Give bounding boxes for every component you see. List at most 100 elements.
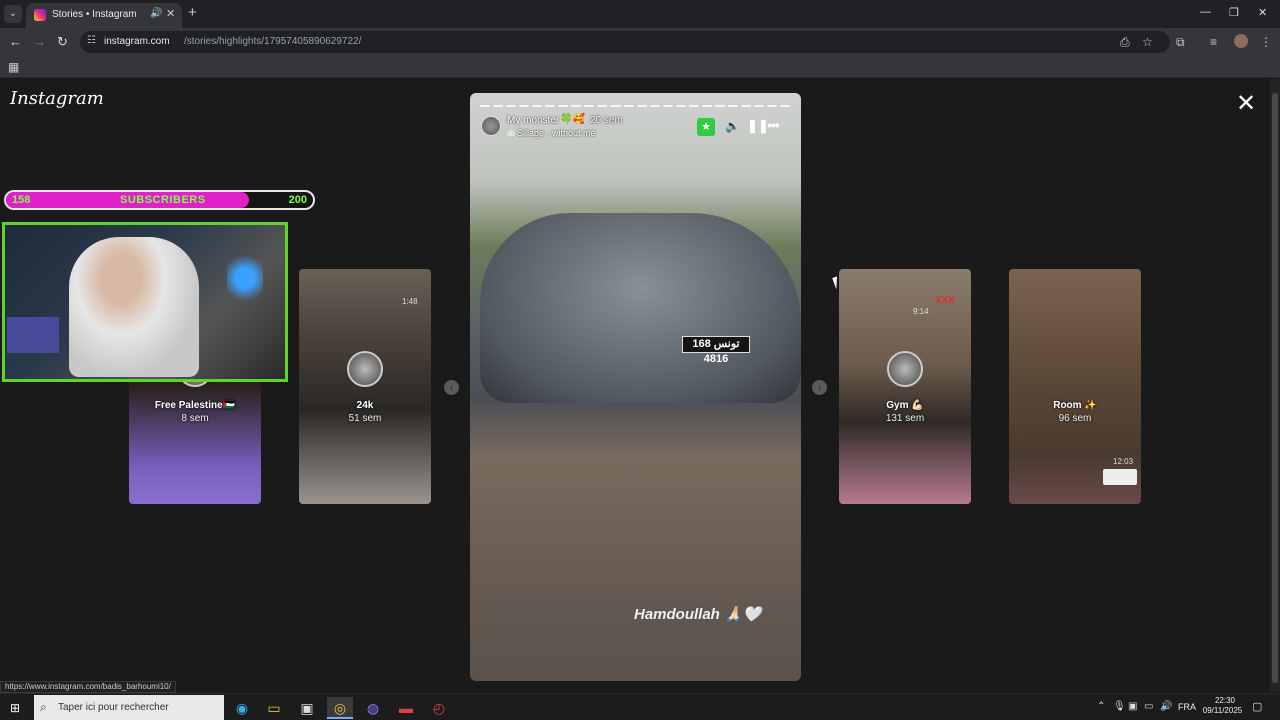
browser-toolbar: ← → ↻ ☷ instagram.com /stories/highlight… bbox=[0, 28, 1280, 56]
story-age: 20 sem bbox=[590, 115, 623, 126]
clock-time[interactable]: 22:30 bbox=[1210, 696, 1240, 705]
address-bar[interactable]: ☷ instagram.com /stories/highlights/1795… bbox=[80, 31, 1170, 53]
messenger-app-icon[interactable]: ◍ bbox=[360, 697, 386, 719]
story-avatar bbox=[887, 351, 923, 387]
window-close-icon[interactable]: ✕ bbox=[1258, 6, 1267, 19]
media-control-icon[interactable]: ≡ bbox=[1210, 35, 1217, 49]
story-username-emoji: 🍀🥰 bbox=[560, 114, 585, 125]
progress-segment bbox=[767, 105, 778, 107]
story-music[interactable]: Sillage · without me bbox=[517, 128, 596, 138]
progress-segment bbox=[701, 105, 712, 107]
bookmark-star-icon[interactable]: ☆ bbox=[1142, 35, 1153, 49]
status-bar-url: https://www.instagram.com/badis_barhoumi… bbox=[0, 681, 176, 693]
story-card-time: 12:03 bbox=[1113, 457, 1134, 466]
story-card-name: Gym 💪🏻 bbox=[886, 400, 924, 411]
restore-icon[interactable]: ❐ bbox=[1229, 6, 1239, 19]
back-icon[interactable]: ← bbox=[9, 34, 22, 50]
story-card-time: 9:14 bbox=[913, 307, 929, 316]
subscriber-count: 158 bbox=[12, 194, 31, 206]
site-info-icon[interactable]: ☷ bbox=[87, 35, 96, 46]
obs-app-icon[interactable]: ◴ bbox=[426, 697, 452, 719]
browser-tab[interactable]: Stories • Instagram 🔊 ✕ bbox=[26, 3, 182, 28]
tray-chevron-icon[interactable]: ⌃ bbox=[1097, 701, 1105, 712]
next-story-button[interactable]: › bbox=[812, 380, 827, 395]
url-path: /stories/highlights/17957405890629722/ bbox=[184, 36, 362, 47]
scrollbar-thumb[interactable] bbox=[1272, 93, 1278, 683]
active-story[interactable]: 168 تونس 4816 My monster 🍀🥰 20 sem ıllı … bbox=[470, 93, 801, 681]
story-card-24k[interactable]: 1:48 24k 51 sem bbox=[299, 269, 431, 504]
edge-app-icon[interactable]: ◉ bbox=[229, 697, 255, 719]
tab-search-button[interactable]: ⌄ bbox=[4, 5, 22, 23]
input-language[interactable]: FRA bbox=[1178, 702, 1196, 712]
progress-segment bbox=[780, 105, 791, 107]
menu-icon[interactable]: ⋮ bbox=[1260, 35, 1272, 49]
progress-segment bbox=[740, 105, 751, 107]
apps-grid-icon[interactable]: ▦ bbox=[8, 60, 19, 74]
tab-close-icon[interactable]: ✕ bbox=[166, 7, 175, 20]
recorder-app-icon[interactable]: ▬ bbox=[393, 697, 419, 719]
license-plate: 168 تونس 4816 bbox=[682, 336, 750, 365]
taskbar-search-placeholder: Taper ici pour rechercher bbox=[58, 702, 169, 713]
story-card-name: Room ✨ bbox=[1053, 400, 1097, 411]
tray-app-icon[interactable]: ▣ bbox=[1128, 701, 1137, 712]
taskbar-search-box[interactable]: ⌕ Taper ici pour rechercher bbox=[34, 695, 224, 720]
volume-icon[interactable]: 🔊 bbox=[1160, 701, 1172, 712]
progress-segment bbox=[519, 105, 530, 107]
close-friends-star-icon[interactable]: ★ bbox=[697, 118, 715, 136]
profile-avatar[interactable] bbox=[1234, 34, 1248, 48]
progress-segment bbox=[506, 105, 517, 107]
progress-segment bbox=[675, 105, 686, 107]
story-username[interactable]: My monster bbox=[507, 115, 559, 126]
clock-date[interactable]: 09/11/2025 bbox=[1200, 706, 1245, 715]
music-icon: ıllı bbox=[507, 129, 515, 138]
previous-story-button[interactable]: ‹ bbox=[444, 380, 459, 395]
webcam-monitor bbox=[7, 317, 59, 353]
instagram-logo[interactable]: Instagram bbox=[10, 88, 104, 109]
install-app-icon[interactable]: ⎙ bbox=[1120, 35, 1130, 49]
minimize-icon[interactable]: — bbox=[1200, 6, 1211, 18]
story-card-room[interactable]: 12:03 Room ✨ 96 sem bbox=[1009, 269, 1141, 504]
windows-taskbar: ⊞ ⌕ Taper ici pour rechercher ◉ ▭ ▣ ◎ ◍ … bbox=[0, 693, 1280, 720]
progress-segment bbox=[571, 105, 582, 107]
more-options-icon[interactable]: ••• bbox=[767, 117, 780, 133]
subscriber-label: SUBSCRIBERS bbox=[120, 194, 206, 206]
story-card-name: 24k bbox=[356, 400, 374, 411]
story-card-name: Free Palestine🇵🇸 bbox=[154, 400, 236, 411]
windows-start-icon[interactable]: ⊞ bbox=[10, 701, 20, 715]
webcam-hex-lights bbox=[227, 251, 263, 305]
microphone-icon[interactable]: 🎙 bbox=[1113, 701, 1126, 712]
progress-segment bbox=[688, 105, 699, 107]
network-icon[interactable]: ▭ bbox=[1144, 701, 1153, 712]
file-explorer-icon[interactable]: ▭ bbox=[261, 697, 287, 719]
story-card-age: 8 sem bbox=[181, 413, 209, 424]
store-app-icon[interactable]: ▣ bbox=[294, 697, 320, 719]
progress-segment bbox=[532, 105, 543, 107]
pause-icon[interactable]: ❚❚ bbox=[747, 118, 769, 134]
reload-icon[interactable]: ↻ bbox=[57, 34, 68, 50]
story-user-avatar[interactable] bbox=[481, 116, 501, 136]
tab-audio-icon[interactable]: 🔊 bbox=[150, 8, 162, 19]
notification-icon[interactable]: ▢ bbox=[1252, 700, 1262, 713]
progress-segment bbox=[727, 105, 738, 107]
extensions-icon[interactable]: ⧉ bbox=[1176, 35, 1185, 49]
page-scrollbar[interactable] bbox=[1270, 79, 1280, 692]
progress-segment bbox=[623, 105, 634, 107]
story-card-gym[interactable]: XXX 9:14 Gym 💪🏻 131 sem bbox=[839, 269, 971, 504]
progress-segment bbox=[597, 105, 608, 107]
subscriber-goal-bar: 158 SUBSCRIBERS 200 bbox=[4, 190, 315, 210]
forward-icon[interactable]: → bbox=[33, 34, 46, 50]
progress-segment bbox=[558, 105, 569, 107]
close-viewer-icon[interactable]: ✕ bbox=[1236, 92, 1256, 116]
webcam-overlay bbox=[2, 222, 288, 382]
subscriber-goal: 200 bbox=[288, 194, 307, 206]
story-card-age: 96 sem bbox=[1058, 413, 1092, 424]
mute-icon[interactable]: 🔈 bbox=[725, 119, 740, 133]
new-tab-button[interactable]: + bbox=[188, 5, 197, 21]
progress-segment bbox=[545, 105, 556, 107]
story-card-age: 51 sem bbox=[348, 413, 382, 424]
chrome-app-icon[interactable]: ◎ bbox=[327, 697, 353, 719]
progress-segment bbox=[649, 105, 660, 107]
story-card-time: 1:48 bbox=[402, 297, 418, 306]
story-avatar bbox=[347, 351, 383, 387]
story-progress-bar bbox=[480, 105, 791, 107]
